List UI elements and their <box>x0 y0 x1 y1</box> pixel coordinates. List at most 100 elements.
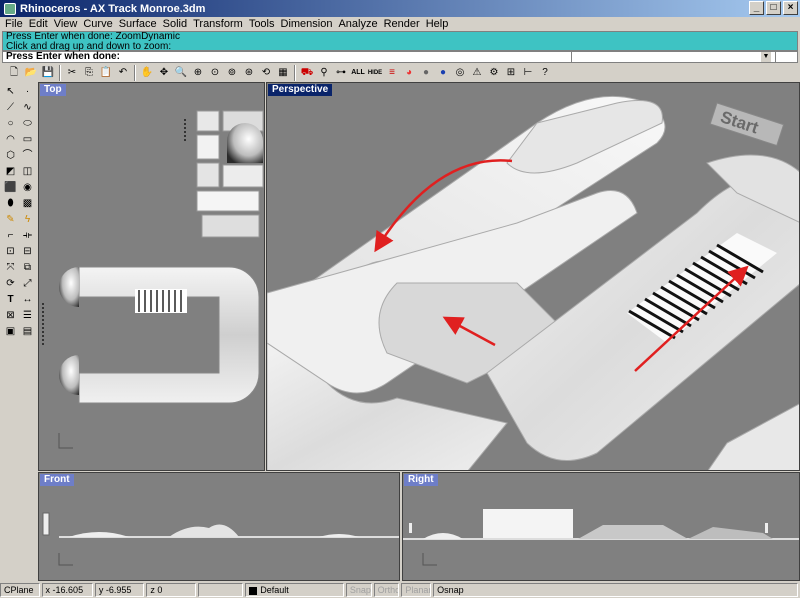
osnap-toggle[interactable]: Osnap <box>433 583 798 597</box>
x-coordinate: x -16.605 <box>41 583 93 597</box>
point-icon[interactable]: · <box>19 84 36 100</box>
arc-icon[interactable]: ◠ <box>2 132 19 148</box>
render-icon[interactable]: ▣ <box>2 324 19 340</box>
text-icon[interactable]: T <box>2 292 19 308</box>
close-button[interactable]: × <box>783 1 798 15</box>
dim-icon[interactable]: ↔ <box>19 292 36 308</box>
zoom-window-icon[interactable]: ⊕ <box>190 65 206 81</box>
rotate-view-icon[interactable]: ⟲ <box>258 65 274 81</box>
select-icon[interactable]: ⚲ <box>316 65 332 81</box>
curve-icon[interactable]: ∿ <box>19 100 36 116</box>
front-viewport-label[interactable]: Front <box>40 474 74 486</box>
menu-render[interactable]: Render <box>381 18 423 30</box>
current-layer[interactable]: Default <box>245 583 344 597</box>
menu-edit[interactable]: Edit <box>26 18 51 30</box>
save-icon[interactable]: 💾 <box>40 65 56 81</box>
top-viewport[interactable]: Top <box>38 82 265 471</box>
layers-icon[interactable]: ≡ <box>384 65 400 81</box>
split-icon[interactable]: ⊟ <box>19 244 36 260</box>
polyline-icon[interactable]: ⟋ <box>2 100 19 116</box>
copy-icon[interactable]: ⎘ <box>81 65 97 81</box>
menu-solid[interactable]: Solid <box>160 18 190 30</box>
rectangle-icon[interactable]: ▭ <box>19 132 36 148</box>
fillet-icon[interactable]: ⌐ <box>2 228 19 244</box>
mesh-icon[interactable]: ▩ <box>19 196 36 212</box>
perspective-viewport[interactable]: Start Perspective <box>266 82 800 471</box>
menu-analyze[interactable]: Analyze <box>335 18 380 30</box>
zoom-all-icon[interactable]: ⊛ <box>241 65 257 81</box>
command-extra-box[interactable] <box>775 52 795 62</box>
polygon-icon[interactable]: ⬡ <box>2 148 19 164</box>
analysis-icon[interactable]: ☰ <box>19 308 36 324</box>
viewport-layout-icon[interactable]: ▦ <box>275 65 291 81</box>
offset-icon[interactable]: ⟛ <box>19 228 36 244</box>
menu-view[interactable]: View <box>51 18 81 30</box>
chevron-down-icon[interactable]: ▼ <box>761 52 771 62</box>
right-viewport[interactable]: Right <box>402 472 800 581</box>
gear-icon[interactable]: ⚙ <box>486 65 502 81</box>
pan-arrows-icon[interactable]: ✥ <box>156 65 172 81</box>
dimension-icon[interactable]: ⊢ <box>520 65 536 81</box>
planar-toggle[interactable]: Planar <box>401 583 432 597</box>
menu-transform[interactable]: Transform <box>190 18 246 30</box>
menu-help[interactable]: Help <box>423 18 452 30</box>
menu-tools[interactable]: Tools <box>246 18 278 30</box>
loft-icon[interactable]: ◫ <box>19 164 36 180</box>
paste-icon[interactable]: 📋 <box>98 65 114 81</box>
edit-points-icon[interactable]: ✎ <box>2 212 19 228</box>
select-arrow-icon[interactable]: ↖ <box>2 84 19 100</box>
hide-button[interactable]: HIDE <box>367 65 383 81</box>
menu-surface[interactable]: Surface <box>116 18 160 30</box>
cut-icon[interactable]: ✂ <box>64 65 80 81</box>
trim-icon[interactable]: ⊡ <box>2 244 19 260</box>
scale-icon[interactable]: ⤢ <box>19 276 36 292</box>
cylinder-icon[interactable]: ⬮ <box>2 196 19 212</box>
light-icon[interactable]: ⚠ <box>469 65 485 81</box>
copy-objects-icon[interactable]: ⧉ <box>19 260 36 276</box>
perspective-viewport-label[interactable]: Perspective <box>268 84 333 96</box>
ortho-toggle[interactable]: Ortho <box>373 583 400 597</box>
command-combo[interactable]: ▼ <box>571 52 771 62</box>
move-icon[interactable]: ⤧ <box>2 260 19 276</box>
maximize-button[interactable]: □ <box>766 1 781 15</box>
undo-icon[interactable]: ↶ <box>115 65 131 81</box>
main-toolbar: ↖ · ⟋ ∿ ○ ⬭ ◠ ▭ ⬡ ⌒ ◩ ◫ ⬛ ◉ ⬮ ▩ ✎ ϟ ⌐ ⟛ … <box>2 84 36 340</box>
zoom-extents-icon[interactable]: ⊙ <box>207 65 223 81</box>
minimize-button[interactable]: _ <box>749 1 764 15</box>
cplane-icon[interactable]: ⊞ <box>503 65 519 81</box>
rendered-icon[interactable]: ◎ <box>452 65 468 81</box>
menu-curve[interactable]: Curve <box>80 18 115 30</box>
render-sphere-icon[interactable]: ● <box>418 65 434 81</box>
open-file-icon[interactable]: 📂 <box>23 65 39 81</box>
rotate-icon[interactable]: ⟳ <box>2 276 19 292</box>
properties-icon[interactable]: ▤ <box>19 324 36 340</box>
lock-icon[interactable]: ⊶ <box>333 65 349 81</box>
object-properties-icon[interactable]: ⛟ <box>299 65 315 81</box>
top-viewport-label[interactable]: Top <box>40 84 66 96</box>
zoom-selected-icon[interactable]: ⊚ <box>224 65 240 81</box>
zoom-icon[interactable]: 🔍 <box>173 65 189 81</box>
menu-file[interactable]: File <box>2 18 26 30</box>
surface-icon[interactable]: ◩ <box>2 164 19 180</box>
boolean-icon[interactable]: ◉ <box>19 180 36 196</box>
help-icon[interactable]: ? <box>537 65 553 81</box>
circle-icon[interactable]: ○ <box>2 116 19 132</box>
pan-hand-icon[interactable]: ✋ <box>139 65 155 81</box>
menu-dimension[interactable]: Dimension <box>278 18 336 30</box>
front-viewport[interactable]: Front <box>38 472 400 581</box>
show-all-button[interactable]: ALL <box>350 65 366 81</box>
group-icon[interactable]: ⊠ <box>2 308 19 324</box>
command-line[interactable]: Press Enter when done: ▼ <box>2 51 798 63</box>
snap-toggle[interactable]: Snap <box>345 583 372 597</box>
right-viewport-label[interactable]: Right <box>404 474 438 486</box>
cplane-status[interactable]: CPlane <box>0 583 40 597</box>
menu-bar: File Edit View Curve Surface Solid Trans… <box>0 17 800 31</box>
color-wheel-icon[interactable]: ◕ <box>401 65 417 81</box>
shaded-sphere-icon[interactable]: ● <box>435 65 451 81</box>
lightning-icon[interactable]: ϟ <box>19 212 36 228</box>
ellipse-icon[interactable]: ⬭ <box>19 116 36 132</box>
box-icon[interactable]: ⬛ <box>2 180 19 196</box>
freeform-icon[interactable]: ⌒ <box>19 148 36 164</box>
rhino-app-icon[interactable] <box>4 2 16 15</box>
new-file-icon[interactable]: 🗋 <box>6 65 22 81</box>
